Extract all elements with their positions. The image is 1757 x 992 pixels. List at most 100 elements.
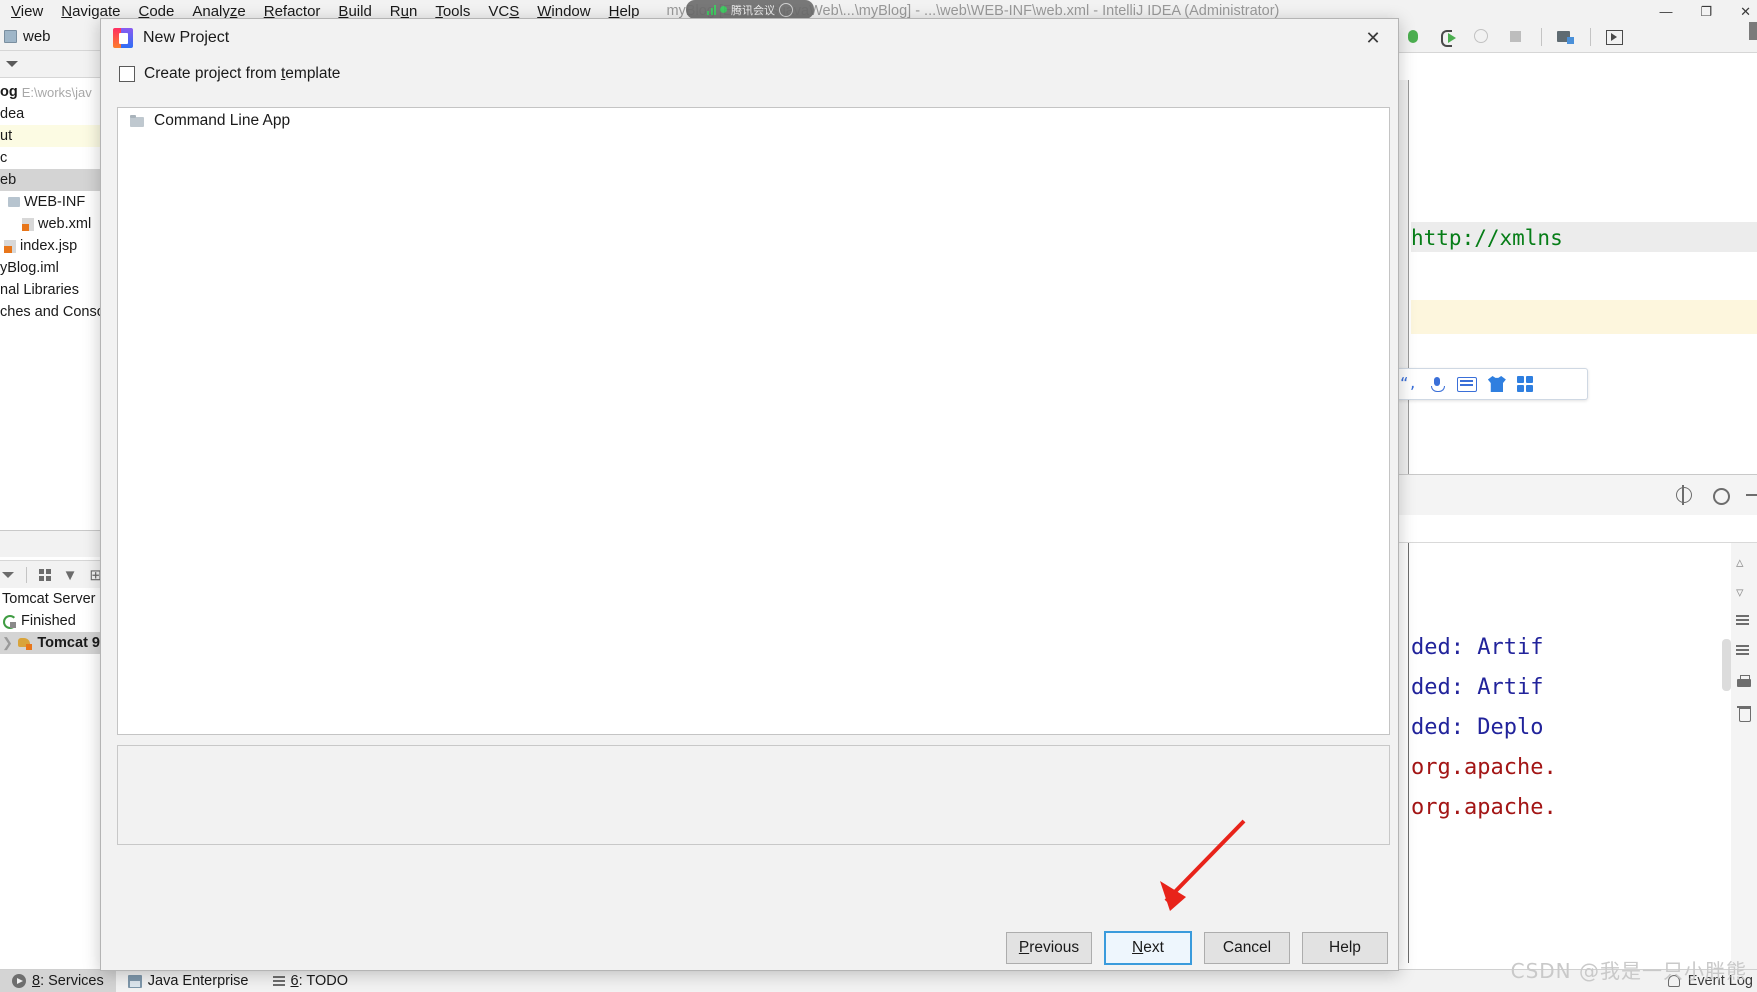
chevron-down-icon[interactable]	[6, 61, 18, 67]
cancel-button[interactable]: Cancel	[1204, 932, 1290, 964]
project-tree-item[interactable]: dea	[0, 103, 100, 125]
status-bar-item-label: 8: Services	[32, 973, 104, 989]
rerun-icon[interactable]	[1439, 28, 1459, 47]
template-icon	[130, 115, 145, 127]
minimize-button[interactable]: —	[1659, 5, 1672, 18]
project-tree-item[interactable]: nal Libraries	[0, 279, 100, 301]
project-tree-item[interactable]: c	[0, 147, 100, 169]
close-icon[interactable]: ✕	[1362, 27, 1384, 49]
label-pre: Create project from	[144, 65, 281, 82]
run-configuration-icon[interactable]	[1605, 28, 1625, 46]
group-by-icon[interactable]	[38, 569, 51, 581]
maximize-button[interactable]: ❐	[1700, 5, 1712, 18]
project-tree-item-label: index.jsp	[20, 238, 78, 254]
services-tree-item[interactable]: Finished	[0, 610, 100, 632]
punctuation-toggle-icon[interactable]: “,	[1400, 376, 1417, 392]
help-button[interactable]: Help	[1302, 932, 1388, 964]
rerun-icon	[2, 614, 17, 629]
code-editor[interactable]: http://xmlns	[1397, 80, 1757, 500]
editor-tab-strip	[1397, 53, 1757, 82]
status-bar-item-services[interactable]: 8: Services	[0, 970, 116, 992]
create-from-template-checkbox[interactable]	[119, 66, 135, 82]
soft-wrap-icon[interactable]	[1736, 615, 1752, 631]
menu-item-view[interactable]: View	[2, 2, 52, 21]
clear-all-icon[interactable]	[1736, 705, 1752, 722]
label-post: emplate	[285, 65, 341, 82]
label-rest: Cancel	[1222, 939, 1272, 956]
label-rest: ext	[1143, 939, 1164, 956]
stop-icon[interactable]	[1507, 28, 1527, 46]
status-bar: 8: Services Java Enterprise 6: TODO Even…	[0, 969, 1757, 992]
window-close-button[interactable]: ✕	[1740, 5, 1751, 18]
services-tree-item[interactable]: Tomcat Server	[0, 588, 100, 610]
services-tree-item-label: Tomcat 9	[37, 635, 100, 651]
project-tree-item[interactable]: ches and Conso	[0, 301, 100, 323]
signal-bars-icon	[707, 4, 716, 15]
chevron-right-icon[interactable]: ❯	[2, 635, 13, 651]
expand-chevron-icon[interactable]	[2, 572, 14, 578]
soft-keyboard-icon[interactable]	[1456, 376, 1477, 392]
log-line: org.apache.	[1411, 755, 1557, 780]
services-tree-item[interactable]: ❯ Tomcat 9	[0, 632, 100, 654]
project-tree-item[interactable]: WEB-INF	[0, 191, 100, 213]
gear-icon[interactable]	[1710, 485, 1730, 505]
template-list[interactable]: Command Line App	[117, 107, 1390, 735]
project-tree-item[interactable]: yBlog.iml	[0, 257, 100, 279]
debug-icon[interactable]	[1405, 28, 1425, 46]
project-tree-item[interactable]: ut	[0, 125, 100, 147]
project-tree-item[interactable]: eb	[0, 169, 100, 191]
dialog-title: New Project	[143, 29, 230, 46]
editor-column: http://xmlns ded: Artif ded: Artif ded: …	[1397, 22, 1757, 969]
next-button[interactable]: Next	[1104, 931, 1192, 965]
mnemonic: N	[1132, 939, 1144, 956]
console-output[interactable]: ded: Artif ded: Artif ded: Deplo org.apa…	[1397, 542, 1757, 969]
services-panel-header	[0, 530, 100, 557]
voice-input-icon[interactable]	[1428, 376, 1446, 392]
project-tree-item[interactable]: web.xml	[0, 213, 100, 235]
run-toolbar	[1397, 22, 1757, 53]
print-icon[interactable]	[1736, 675, 1752, 691]
todo-icon	[272, 976, 285, 986]
status-bar-item-java-enterprise[interactable]: Java Enterprise	[116, 970, 261, 992]
meeting-overlay-capsule[interactable]: 腾讯会议	[686, 0, 814, 19]
java-enterprise-icon	[127, 974, 142, 988]
create-from-template-row[interactable]: Create project from template	[101, 57, 1398, 91]
toolbar-divider	[26, 567, 27, 583]
status-bar-item-todo[interactable]: 6: TODO	[261, 970, 361, 992]
target-icon[interactable]	[1674, 485, 1694, 505]
scrollbar-thumb[interactable]	[1722, 639, 1731, 691]
project-tree: og E:\works\jav dea ut c eb WEB-INF web.xml inde…	[0, 78, 100, 323]
filter-icon[interactable]: ▼	[63, 567, 78, 584]
mnemonic: 8	[32, 973, 41, 989]
status-dot-icon	[720, 6, 727, 13]
project-tree-item[interactable]: og E:\works\jav	[0, 81, 100, 103]
scroll-up-icon[interactable]: ▵	[1736, 555, 1752, 571]
previous-button[interactable]: Previous	[1006, 932, 1092, 964]
services-tree-item-label: Finished	[21, 613, 76, 629]
log-line: ded: Artif	[1411, 675, 1544, 700]
clock-icon	[779, 2, 793, 17]
list-item[interactable]: Command Line App	[118, 108, 1389, 134]
minimize-panel-icon[interactable]	[1746, 494, 1757, 496]
project-tree-item[interactable]: index.jsp	[0, 235, 100, 257]
module-icon	[4, 29, 17, 43]
project-tree-item-label: eb	[0, 172, 17, 188]
toolbox-icon[interactable]	[1516, 375, 1534, 393]
project-tree-item-label: WEB-INF	[24, 194, 86, 210]
mnemonic: P	[1018, 939, 1030, 956]
log-line: ded: Deplo	[1411, 715, 1544, 740]
run-with-coverage-icon[interactable]	[1473, 28, 1493, 46]
scroll-down-icon[interactable]: ▿	[1736, 585, 1752, 601]
list-item-label: Command Line App	[154, 112, 291, 129]
console-scrollbar[interactable]	[1722, 543, 1731, 963]
project-tree-item-label: yBlog.iml	[0, 260, 59, 276]
editor-scrollbar-thumb[interactable]	[1749, 22, 1757, 40]
project-tree-item-label: nal Libraries	[0, 282, 79, 298]
console-side-toolbar: ▵ ▿	[1731, 543, 1757, 969]
project-panel-tab[interactable]: web	[0, 22, 100, 51]
build-artifacts-icon[interactable]	[1556, 28, 1576, 46]
skin-icon[interactable]	[1487, 376, 1506, 392]
use-soft-wraps-icon[interactable]	[1736, 645, 1752, 661]
code-line: http://xmlns	[1411, 226, 1563, 250]
log-line: ded: Artif	[1411, 635, 1544, 660]
